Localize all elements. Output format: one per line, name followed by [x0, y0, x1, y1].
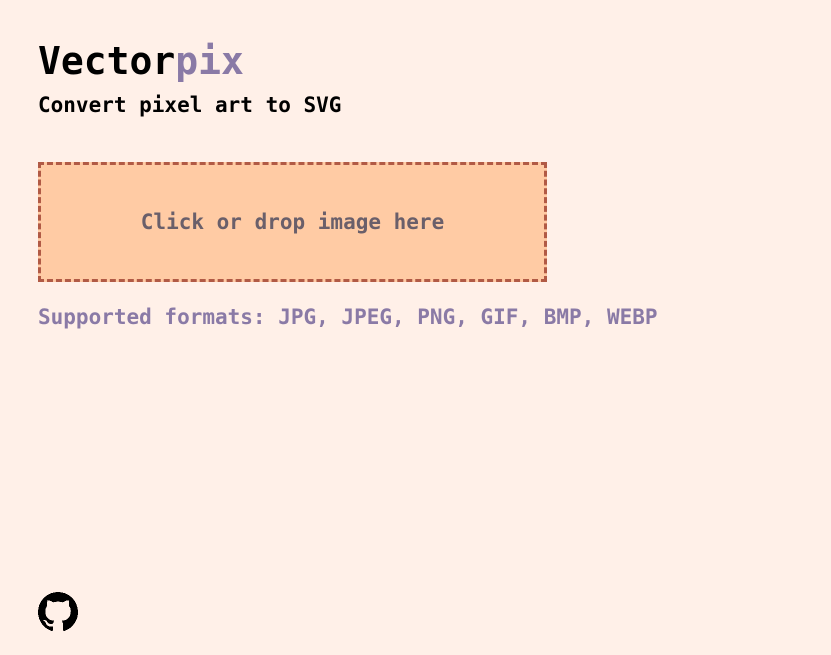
app-container: Vectorpix Convert pixel art to SVG Click… [38, 40, 798, 329]
app-title: Vectorpix [38, 40, 798, 82]
app-title-accent: pix [175, 39, 244, 83]
github-icon [38, 592, 78, 632]
app-title-main: Vector [38, 39, 176, 83]
supported-formats-text: Supported formats: JPG, JPEG, PNG, GIF, … [38, 305, 658, 329]
app-subtitle: Convert pixel art to SVG [38, 93, 342, 117]
github-link[interactable] [38, 592, 78, 632]
dropzone-label: Click or drop image here [140, 210, 445, 234]
image-dropzone[interactable]: Click or drop image here [38, 162, 547, 282]
